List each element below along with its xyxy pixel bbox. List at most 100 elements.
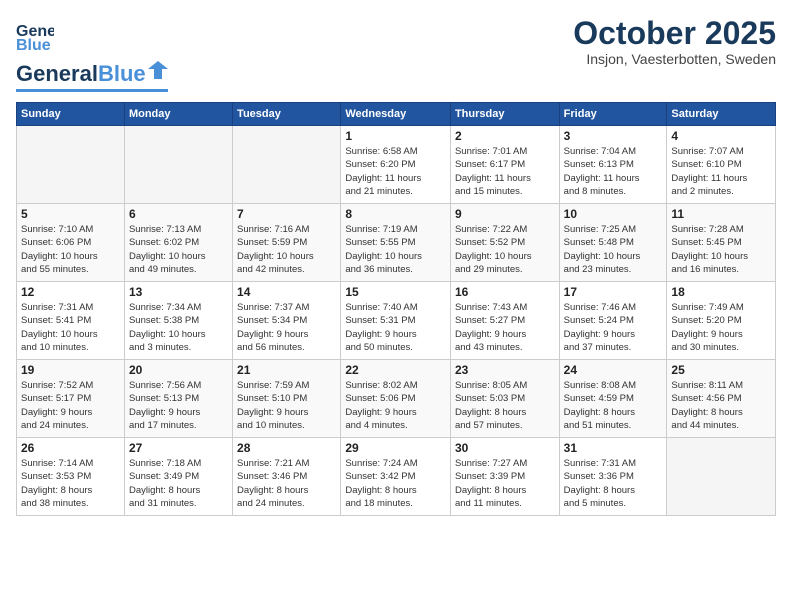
day-number: 4 <box>671 129 771 143</box>
day-info: Sunrise: 7:59 AM Sunset: 5:10 PM Dayligh… <box>237 379 336 432</box>
day-info: Sunrise: 7:52 AM Sunset: 5:17 PM Dayligh… <box>21 379 120 432</box>
title-section: October 2025 Insjon, Vaesterbotten, Swed… <box>573 16 776 67</box>
day-number: 18 <box>671 285 771 299</box>
col-friday: Friday <box>559 103 667 126</box>
day-number: 5 <box>21 207 120 221</box>
day-info: Sunrise: 7:07 AM Sunset: 6:10 PM Dayligh… <box>671 145 771 198</box>
location: Insjon, Vaesterbotten, Sweden <box>573 51 776 67</box>
day-number: 6 <box>129 207 228 221</box>
day-info: Sunrise: 8:08 AM Sunset: 4:59 PM Dayligh… <box>564 379 663 432</box>
calendar-cell: 24 Sunrise: 8:08 AM Sunset: 4:59 PM Dayli… <box>559 360 667 438</box>
svg-text:Blue: Blue <box>16 37 51 54</box>
day-info: Sunrise: 7:04 AM Sunset: 6:13 PM Dayligh… <box>564 145 663 198</box>
day-info: Sunrise: 7:14 AM Sunset: 3:53 PM Dayligh… <box>21 457 120 510</box>
calendar-cell: 20Sunrise: 7:56 AM Sunset: 5:13 PM Dayli… <box>124 360 232 438</box>
day-info: Sunrise: 7:31 AM Sunset: 5:41 PM Dayligh… <box>21 301 120 354</box>
calendar-cell: 30 Sunrise: 7:27 AM Sunset: 3:39 PM Dayli… <box>450 438 559 516</box>
day-number: 29 <box>345 441 446 455</box>
day-info: Sunrise: 7:40 AM Sunset: 5:31 PM Dayligh… <box>345 301 446 354</box>
calendar-cell: 6 Sunrise: 7:13 AM Sunset: 6:02 PM Daylig… <box>124 204 232 282</box>
day-number: 27 <box>129 441 228 455</box>
calendar-cell: 25 Sunrise: 8:11 AM Sunset: 4:56 PM Dayli… <box>667 360 776 438</box>
week-row-3: 12 Sunrise: 7:31 AM Sunset: 5:41 PM Dayli… <box>17 282 776 360</box>
week-row-4: 19 Sunrise: 7:52 AM Sunset: 5:17 PM Dayli… <box>17 360 776 438</box>
logo-general: General <box>16 61 98 87</box>
day-info: Sunrise: 6:58 AM Sunset: 6:20 PM Dayligh… <box>345 145 446 198</box>
logo-bird-icon <box>148 59 168 81</box>
header: General Blue General Blue October 2025 I… <box>16 16 776 92</box>
day-info: Sunrise: 7:56 AM Sunset: 5:13 PM Dayligh… <box>129 379 228 432</box>
day-info: Sunrise: 7:10 AM Sunset: 6:06 PM Dayligh… <box>21 223 120 276</box>
calendar-cell: 16 Sunrise: 7:43 AM Sunset: 5:27 PM Dayli… <box>450 282 559 360</box>
calendar-cell: 18 Sunrise: 7:49 AM Sunset: 5:20 PM Dayli… <box>667 282 776 360</box>
day-number: 31 <box>564 441 663 455</box>
calendar-cell <box>667 438 776 516</box>
day-info: Sunrise: 7:37 AM Sunset: 5:34 PM Dayligh… <box>237 301 336 354</box>
col-thursday: Thursday <box>450 103 559 126</box>
day-info: Sunrise: 7:01 AM Sunset: 6:17 PM Dayligh… <box>455 145 555 198</box>
calendar-cell: 11Sunrise: 7:28 AM Sunset: 5:45 PM Dayli… <box>667 204 776 282</box>
day-number: 19 <box>21 363 120 377</box>
day-info: Sunrise: 7:16 AM Sunset: 5:59 PM Dayligh… <box>237 223 336 276</box>
day-number: 7 <box>237 207 336 221</box>
logo-blue: Blue <box>98 61 146 87</box>
day-info: Sunrise: 7:27 AM Sunset: 3:39 PM Dayligh… <box>455 457 555 510</box>
calendar-cell: 17 Sunrise: 7:46 AM Sunset: 5:24 PM Dayli… <box>559 282 667 360</box>
day-info: Sunrise: 8:05 AM Sunset: 5:03 PM Dayligh… <box>455 379 555 432</box>
logo: General Blue General Blue <box>16 16 168 92</box>
day-number: 25 <box>671 363 771 377</box>
calendar-cell: 3 Sunrise: 7:04 AM Sunset: 6:13 PM Daylig… <box>559 126 667 204</box>
day-info: Sunrise: 7:21 AM Sunset: 3:46 PM Dayligh… <box>237 457 336 510</box>
day-number: 13 <box>129 285 228 299</box>
day-info: Sunrise: 7:19 AM Sunset: 5:55 PM Dayligh… <box>345 223 446 276</box>
calendar-header-row: Sunday Monday Tuesday Wednesday Thursday… <box>17 103 776 126</box>
day-number: 1 <box>345 129 446 143</box>
calendar-cell: 13Sunrise: 7:34 AM Sunset: 5:38 PM Dayli… <box>124 282 232 360</box>
calendar-cell: 22Sunrise: 8:02 AM Sunset: 5:06 PM Dayli… <box>341 360 451 438</box>
day-info: Sunrise: 7:28 AM Sunset: 5:45 PM Dayligh… <box>671 223 771 276</box>
day-number: 8 <box>345 207 446 221</box>
day-number: 16 <box>455 285 555 299</box>
col-monday: Monday <box>124 103 232 126</box>
col-sunday: Sunday <box>17 103 125 126</box>
logo-icon: General Blue <box>16 16 54 54</box>
day-info: Sunrise: 7:24 AM Sunset: 3:42 PM Dayligh… <box>345 457 446 510</box>
day-number: 24 <box>564 363 663 377</box>
day-number: 3 <box>564 129 663 143</box>
col-saturday: Saturday <box>667 103 776 126</box>
calendar-cell <box>17 126 125 204</box>
week-row-5: 26 Sunrise: 7:14 AM Sunset: 3:53 PM Dayli… <box>17 438 776 516</box>
calendar-cell: 28Sunrise: 7:21 AM Sunset: 3:46 PM Dayli… <box>233 438 341 516</box>
logo-underline <box>16 89 168 92</box>
day-info: Sunrise: 7:46 AM Sunset: 5:24 PM Dayligh… <box>564 301 663 354</box>
week-row-2: 5 Sunrise: 7:10 AM Sunset: 6:06 PM Daylig… <box>17 204 776 282</box>
day-info: Sunrise: 8:11 AM Sunset: 4:56 PM Dayligh… <box>671 379 771 432</box>
day-info: Sunrise: 7:25 AM Sunset: 5:48 PM Dayligh… <box>564 223 663 276</box>
calendar-cell: 23Sunrise: 8:05 AM Sunset: 5:03 PM Dayli… <box>450 360 559 438</box>
day-info: Sunrise: 8:02 AM Sunset: 5:06 PM Dayligh… <box>345 379 446 432</box>
day-info: Sunrise: 7:18 AM Sunset: 3:49 PM Dayligh… <box>129 457 228 510</box>
calendar-cell: 5 Sunrise: 7:10 AM Sunset: 6:06 PM Daylig… <box>17 204 125 282</box>
day-number: 14 <box>237 285 336 299</box>
month-title: October 2025 <box>573 16 776 51</box>
calendar-cell: 4 Sunrise: 7:07 AM Sunset: 6:10 PM Daylig… <box>667 126 776 204</box>
calendar-cell: 31Sunrise: 7:31 AM Sunset: 3:36 PM Dayli… <box>559 438 667 516</box>
calendar-cell: 19 Sunrise: 7:52 AM Sunset: 5:17 PM Dayli… <box>17 360 125 438</box>
day-info: Sunrise: 7:43 AM Sunset: 5:27 PM Dayligh… <box>455 301 555 354</box>
day-info: Sunrise: 7:49 AM Sunset: 5:20 PM Dayligh… <box>671 301 771 354</box>
calendar-cell: 9Sunrise: 7:22 AM Sunset: 5:52 PM Daylig… <box>450 204 559 282</box>
calendar-cell: 12 Sunrise: 7:31 AM Sunset: 5:41 PM Dayli… <box>17 282 125 360</box>
day-info: Sunrise: 7:13 AM Sunset: 6:02 PM Dayligh… <box>129 223 228 276</box>
day-number: 26 <box>21 441 120 455</box>
day-number: 15 <box>345 285 446 299</box>
calendar-cell: 27 Sunrise: 7:18 AM Sunset: 3:49 PM Dayli… <box>124 438 232 516</box>
day-number: 30 <box>455 441 555 455</box>
day-number: 12 <box>21 285 120 299</box>
day-number: 21 <box>237 363 336 377</box>
calendar-cell: 14 Sunrise: 7:37 AM Sunset: 5:34 PM Dayli… <box>233 282 341 360</box>
page-container: General Blue General Blue October 2025 I… <box>0 0 792 612</box>
col-wednesday: Wednesday <box>341 103 451 126</box>
col-tuesday: Tuesday <box>233 103 341 126</box>
day-number: 17 <box>564 285 663 299</box>
calendar-cell: 26 Sunrise: 7:14 AM Sunset: 3:53 PM Dayli… <box>17 438 125 516</box>
